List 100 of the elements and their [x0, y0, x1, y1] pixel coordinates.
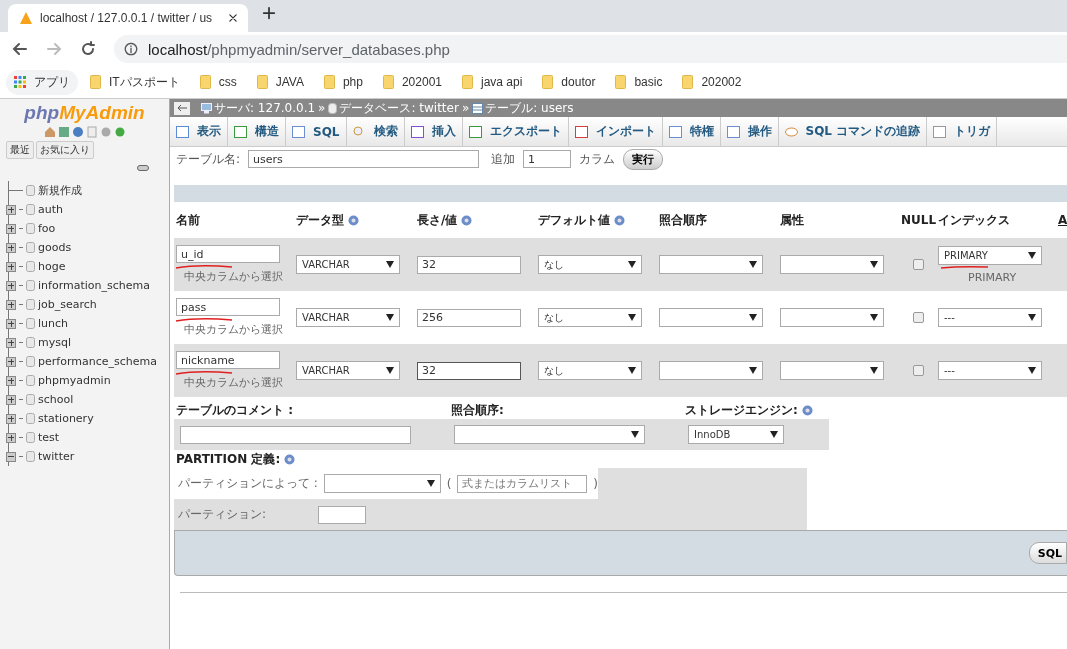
database-item[interactable]: job_search: [6, 295, 169, 314]
bookmark[interactable]: css: [191, 71, 245, 93]
nav-tab[interactable]: 挿入: [404, 117, 463, 146]
storage-engine-select[interactable]: InnoDB: [688, 425, 784, 444]
attribute-select[interactable]: [780, 361, 884, 380]
central-columns-link[interactable]: 中央カラムから選択: [184, 269, 283, 284]
default-select[interactable]: なし: [538, 361, 642, 380]
bookmark[interactable]: ITパスポート: [82, 69, 188, 95]
expand-icon[interactable]: [6, 337, 16, 348]
help-icon[interactable]: [71, 126, 84, 138]
bookmark[interactable]: doutor: [534, 71, 604, 93]
expand-icon[interactable]: [6, 413, 16, 424]
central-columns-link[interactable]: 中央カラムから選択: [184, 375, 283, 390]
sidebar-button[interactable]: 最近: [6, 141, 34, 159]
nav-tab[interactable]: 構造: [228, 117, 286, 146]
bookmark[interactable]: php: [315, 71, 371, 93]
expand-icon[interactable]: [6, 432, 16, 443]
home-icon[interactable]: [43, 126, 56, 138]
database-item[interactable]: foo: [6, 219, 169, 238]
database-item[interactable]: goods: [6, 238, 169, 257]
database-item[interactable]: twitter: [6, 447, 169, 466]
database-item[interactable]: hoge: [6, 257, 169, 276]
attribute-select[interactable]: [780, 255, 884, 274]
nav-tab[interactable]: エクスポート: [462, 117, 569, 146]
length-field[interactable]: 32: [417, 361, 521, 380]
nav-tab[interactable]: トリガ: [927, 117, 998, 146]
table-name-field[interactable]: users: [248, 150, 480, 168]
null-checkbox[interactable]: [913, 259, 924, 270]
partitions-field[interactable]: [318, 505, 366, 524]
database-item[interactable]: test: [6, 428, 169, 447]
column-name-field[interactable]: u_id: [176, 245, 280, 263]
expand-icon[interactable]: [6, 204, 16, 215]
sql-preview-button[interactable]: SQL: [1028, 542, 1067, 564]
collation-select[interactable]: [454, 425, 645, 444]
expand-icon[interactable]: [6, 261, 16, 272]
nav-tab[interactable]: 特権: [662, 117, 721, 146]
expand-icon[interactable]: [6, 375, 16, 386]
nav-tab[interactable]: SQL コマンドの追跡: [778, 117, 928, 146]
expand-icon[interactable]: [6, 394, 16, 405]
help-icon[interactable]: [284, 453, 296, 465]
help-icon[interactable]: [801, 404, 813, 416]
nav-tab[interactable]: インポート: [568, 117, 663, 146]
bookmark[interactable]: basic: [607, 71, 671, 93]
null-checkbox[interactable]: [913, 365, 924, 376]
database-item[interactable]: lunch: [6, 314, 169, 333]
browser-tab[interactable]: localhost / 127.0.0.1 / twitter / us: [8, 4, 248, 32]
new-database-item[interactable]: 新規作成: [9, 181, 169, 200]
new-tab-icon[interactable]: [262, 6, 276, 20]
breadcrumb-link[interactable]: サーバ: 127.0.0.1: [201, 99, 316, 117]
expand-icon[interactable]: [6, 318, 16, 329]
column-name-field[interactable]: pass: [176, 298, 280, 316]
collation-select[interactable]: [659, 308, 763, 327]
database-item[interactable]: stationery: [6, 409, 169, 428]
breadcrumb-link[interactable]: テーブル: users: [472, 99, 574, 117]
help-icon[interactable]: [461, 214, 473, 226]
sidebar-button[interactable]: お気に入り: [36, 141, 94, 159]
database-item[interactable]: performance_schema: [6, 352, 169, 371]
address-bar[interactable]: localhost/phpmyadmin/server_databases.php: [114, 35, 1067, 63]
comment-field[interactable]: [180, 425, 411, 444]
database-item[interactable]: information_schema: [6, 276, 169, 295]
collation-select[interactable]: [659, 255, 763, 274]
index-select[interactable]: ---: [938, 361, 1042, 380]
index-select[interactable]: ---: [938, 308, 1042, 327]
column-count-field[interactable]: 1: [523, 150, 572, 168]
help-icon[interactable]: [348, 214, 359, 226]
length-field[interactable]: 32: [417, 255, 521, 274]
index-select[interactable]: PRIMARY: [938, 245, 1042, 265]
nav-tab[interactable]: SQL: [286, 117, 347, 146]
central-columns-link[interactable]: 中央カラムから選択: [184, 322, 283, 337]
default-select[interactable]: なし: [538, 308, 642, 327]
expand-icon[interactable]: [6, 280, 16, 291]
database-item[interactable]: mysql: [6, 333, 169, 352]
database-item[interactable]: auth: [6, 200, 169, 219]
bookmark[interactable]: アプリ: [6, 69, 78, 95]
link-icon[interactable]: [137, 165, 149, 171]
close-icon[interactable]: [228, 13, 238, 23]
null-checkbox[interactable]: [913, 312, 924, 323]
default-select[interactable]: なし: [538, 255, 642, 274]
bookmark[interactable]: 202001: [374, 71, 450, 93]
breadcrumb-link[interactable]: データベース: twitter: [328, 99, 459, 117]
back-icon[interactable]: [12, 41, 28, 57]
logo[interactable]: phpMyAdmin: [0, 102, 169, 124]
collapse-icon[interactable]: [6, 451, 16, 462]
data-type-select[interactable]: VARCHAR: [296, 255, 400, 274]
nav-tab[interactable]: 表示: [170, 117, 228, 146]
forward-icon[interactable]: [46, 41, 62, 57]
partition-by-select[interactable]: [323, 474, 441, 493]
database-item[interactable]: school: [6, 390, 169, 409]
bookmark[interactable]: 202002: [674, 71, 750, 93]
help-icon[interactable]: [614, 214, 625, 226]
expand-icon[interactable]: [6, 223, 16, 234]
data-type-select[interactable]: VARCHAR: [296, 361, 400, 380]
database-item[interactable]: phpmyadmin: [6, 371, 169, 390]
collation-select[interactable]: [659, 361, 763, 380]
length-field[interactable]: 256: [417, 308, 521, 327]
nav-tab[interactable]: 検索: [346, 117, 405, 146]
nav-tab[interactable]: 操作: [720, 117, 779, 146]
go-button[interactable]: 実行: [623, 148, 664, 170]
data-type-select[interactable]: VARCHAR: [296, 308, 400, 327]
column-name-field[interactable]: nickname: [176, 351, 280, 369]
